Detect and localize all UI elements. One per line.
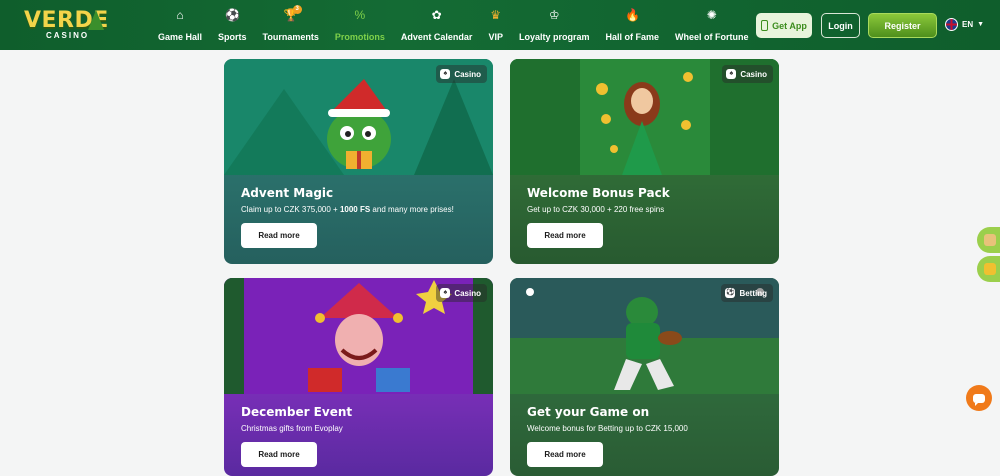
promo-card-get-your-game-on[interactable]: ⚽ Betting Get your Game on Welcome bonus… bbox=[510, 278, 779, 476]
promo-card-advent-magic[interactable]: ♠ Casino Advent Magic Claim up to CZK 37… bbox=[224, 59, 493, 264]
language-selector[interactable]: EN ▼ bbox=[945, 18, 984, 31]
tag-label: Casino bbox=[454, 69, 481, 79]
nav-item-advent-calendar[interactable]: ✿ Advent Calendar bbox=[393, 8, 481, 42]
mistletoe-icon: ✿ bbox=[431, 8, 442, 22]
soccer-ball-icon: ⚽ bbox=[225, 8, 241, 22]
nav-label: VIP bbox=[488, 32, 503, 42]
flame-icon: 🔥 bbox=[625, 8, 641, 22]
register-button[interactable]: Register bbox=[868, 13, 937, 38]
home-icon: ⌂ bbox=[176, 8, 184, 22]
gift-icon bbox=[984, 234, 996, 246]
card-description: Welcome bonus for Betting up to CZK 15,0… bbox=[527, 424, 688, 433]
nav-label: Loyalty program bbox=[518, 32, 590, 42]
card-description: Christmas gifts from Evoplay bbox=[241, 424, 343, 433]
nav-item-hall-of-fame[interactable]: 🔥 Hall of Fame bbox=[597, 8, 667, 42]
nav-label: Game Hall bbox=[158, 32, 203, 42]
logo-subtext: CASINO bbox=[46, 31, 90, 40]
card-title: December Event bbox=[241, 405, 353, 419]
category-tag: ♠ Casino bbox=[436, 284, 487, 302]
wheel-icon: ✺ bbox=[706, 8, 717, 22]
live-chat-button[interactable] bbox=[966, 385, 992, 411]
crown-outline-icon: ♔ bbox=[548, 8, 560, 22]
tag-label: Betting bbox=[739, 288, 767, 298]
card-title: Advent Magic bbox=[241, 186, 334, 200]
card-description: Get up to CZK 30,000 + 220 free spins bbox=[527, 205, 665, 214]
card-title: Get your Game on bbox=[527, 405, 650, 419]
side-trophy-button[interactable] bbox=[977, 256, 1000, 282]
chevron-down-icon: ▼ bbox=[977, 21, 985, 28]
nav-label: Tournaments bbox=[262, 32, 319, 42]
casino-icon: ♠ bbox=[440, 69, 451, 79]
read-more-button[interactable]: Read more bbox=[241, 223, 317, 248]
nav-item-game-hall[interactable]: ⌂ Game Hall bbox=[150, 8, 210, 42]
nav-label: Advent Calendar bbox=[400, 32, 473, 42]
crown-icon: ♛ bbox=[490, 8, 502, 22]
nav-label: Wheel of Fortune bbox=[674, 32, 749, 42]
tag-label: Casino bbox=[454, 288, 481, 298]
chat-bubble-icon bbox=[973, 393, 985, 406]
trophy-icon bbox=[984, 263, 996, 275]
get-app-label: Get App bbox=[772, 20, 807, 31]
phone-icon bbox=[761, 20, 769, 31]
language-label: EN bbox=[962, 20, 974, 29]
card-title: Welcome Bonus Pack bbox=[527, 186, 670, 200]
promo-card-december-event[interactable]: ♠ Casino December Event Christmas gifts … bbox=[224, 278, 493, 476]
nav-item-sports[interactable]: ⚽ Sports bbox=[210, 8, 255, 42]
read-more-button[interactable]: Read more bbox=[241, 442, 317, 467]
top-header: VERDE CASINO ⌂ Game Hall ⚽ Sports 🏆 3 To… bbox=[0, 0, 1000, 50]
nav-label: Hall of Fame bbox=[605, 32, 659, 42]
percent-icon: % bbox=[354, 8, 366, 22]
get-app-button[interactable]: Get App bbox=[756, 13, 812, 38]
card-description: Claim up to CZK 375,000 + 1000 FS and ma… bbox=[241, 205, 454, 214]
nav-item-loyalty-program[interactable]: ♔ Loyalty program bbox=[511, 8, 598, 42]
uk-flag-icon bbox=[945, 18, 958, 31]
read-more-button[interactable]: Read more bbox=[527, 442, 603, 467]
nav-item-promotions[interactable]: % Promotions bbox=[327, 8, 393, 42]
brand-logo[interactable]: VERDE CASINO bbox=[24, 8, 108, 42]
read-more-button[interactable]: Read more bbox=[527, 223, 603, 248]
nav-item-tournaments[interactable]: 🏆 3 Tournaments bbox=[255, 5, 327, 42]
christmas-tree-icon bbox=[88, 10, 104, 30]
nav-item-wheel-of-fortune[interactable]: ✺ Wheel of Fortune bbox=[667, 8, 757, 42]
tag-label: Casino bbox=[740, 69, 767, 79]
casino-icon: ♠ bbox=[726, 69, 737, 79]
promo-card-welcome-bonus-pack[interactable]: ♠ Casino Welcome Bonus Pack Get up to CZ… bbox=[510, 59, 779, 264]
category-tag: ⚽ Betting bbox=[721, 284, 773, 302]
nav-label: Promotions bbox=[334, 32, 385, 42]
nav-label: Sports bbox=[218, 32, 247, 42]
main-nav: ⌂ Game Hall ⚽ Sports 🏆 3 Tournaments % P… bbox=[150, 5, 757, 44]
side-gift-button[interactable] bbox=[977, 227, 1000, 253]
login-button[interactable]: Login bbox=[821, 13, 860, 38]
soccer-ball-icon: ⚽ bbox=[725, 288, 736, 298]
casino-icon: ♠ bbox=[440, 288, 451, 298]
category-tag: ♠ Casino bbox=[722, 65, 773, 83]
category-tag: ♠ Casino bbox=[436, 65, 487, 83]
nav-item-vip[interactable]: ♛ VIP bbox=[480, 8, 511, 42]
tournaments-badge: 3 bbox=[292, 5, 302, 14]
